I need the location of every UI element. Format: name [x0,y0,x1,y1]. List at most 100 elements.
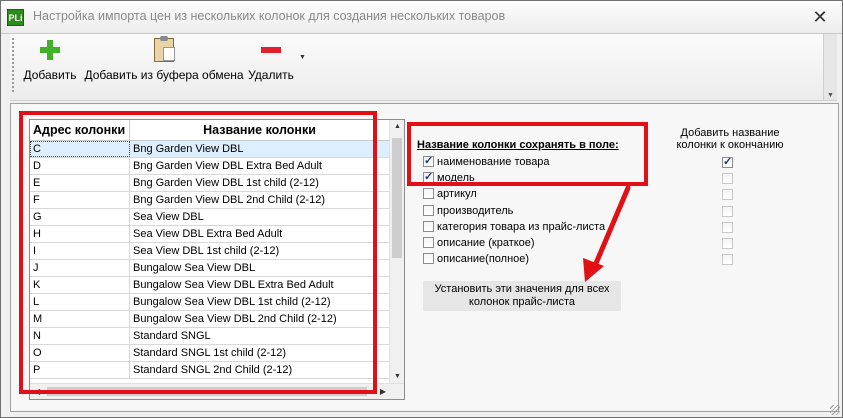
close-button[interactable]: ✕ [810,7,830,27]
table-row[interactable]: H Sea View DBL Extra Bed Adult [30,226,389,243]
cell-address[interactable]: K [30,277,130,293]
cell-address[interactable]: G [30,209,130,225]
cell-address[interactable]: M [30,311,130,327]
cell-name[interactable]: Bungalow Sea View DBL Extra Bed Adult [131,277,391,293]
add-button-label: Добавить [23,68,77,82]
delete-button[interactable]: Удалить [246,38,296,92]
cell-address[interactable]: H [30,226,130,242]
grid-body: C Bng Garden View DBL D Bng Garden View DBL… [30,141,389,379]
columns-grid[interactable]: Адрес колонки Название колонки C Bng Gard… [29,119,405,400]
scroll-thumb[interactable] [392,138,402,258]
scroll-left-icon[interactable]: ◀ [34,387,40,396]
cell-name[interactable]: Sea View DBL Extra Bed Adult [131,226,391,242]
field-checkbox-label: производитель [437,204,514,217]
field-checkbox-label: наименование товара [437,156,550,168]
header-name[interactable]: Название колонки [130,120,389,140]
cell-name[interactable]: Sea View DBL 1st child (2-12) [131,243,391,259]
field-checkbox[interactable] [423,220,434,232]
field-checkbox[interactable] [423,170,434,184]
cell-address[interactable]: F [30,192,130,208]
cell-address[interactable]: E [30,175,130,191]
field-checkbox[interactable] [423,237,434,248]
table-row[interactable]: F Bng Garden View DBL 2nd Child (2-12) [30,192,389,209]
cell-name[interactable]: Standard SNGL 1st child (2-12) [131,345,391,361]
table-row[interactable]: D Bng Garden View DBL Extra Bed Adult [30,158,389,175]
toolbar: Добавить Добавить из буфера обмена Удали… [10,34,837,101]
cell-address[interactable]: I [30,243,130,259]
field-checkbox-row[interactable]: модель [423,170,475,186]
cell-name[interactable]: Standard SNGL [131,328,391,344]
scroll-right-icon[interactable]: ▶ [380,387,386,396]
field-checkbox-row[interactable]: описание(полное) [423,252,529,267]
cell-name[interactable]: Bungalow Sea View DBL [131,260,391,276]
append-title: Добавить название колонки к окончанию [676,127,784,151]
table-row[interactable]: L Bungalow Sea View DBL 1st child (2-12) [30,294,389,311]
field-checkbox-row[interactable]: артикул [423,187,477,202]
cell-address[interactable]: C [30,141,130,157]
cell-address[interactable]: L [30,294,130,310]
table-row[interactable]: I Sea View DBL 1st child (2-12) [30,243,389,260]
append-checkbox[interactable] [722,254,733,266]
field-checkbox[interactable] [423,253,434,265]
delete-dropdown-arrow-icon[interactable]: ▼ [299,54,306,61]
hscroll-thumb[interactable] [47,387,367,396]
table-row[interactable]: K Bungalow Sea View DBL Extra Bed Adult [30,277,389,294]
cell-name[interactable]: Bng Garden View DBL 1st child (2-12) [131,175,391,191]
add-from-clipboard-button[interactable]: Добавить из буфера обмена [84,36,244,92]
table-row[interactable]: G Sea View DBL [30,209,389,226]
append-checkbox[interactable] [722,189,733,201]
cell-name[interactable]: Standard SNGL 2nd Child (2-12) [131,362,391,378]
cell-name[interactable]: Bng Garden View DBL 2nd Child (2-12) [131,192,391,208]
cell-address[interactable]: D [30,158,130,174]
field-checkbox[interactable] [423,204,434,216]
append-checkbox[interactable] [722,205,733,217]
table-row[interactable]: O Standard SNGL 1st child (2-12) [30,345,389,362]
fields-title: Название колонки сохранять в поле: [417,139,619,151]
scroll-down-icon[interactable]: ▼ [394,373,401,380]
append-checkbox[interactable] [722,221,733,233]
add-from-clipboard-label: Добавить из буфера обмена [84,68,244,82]
field-checkbox-row[interactable]: производитель [423,204,513,219]
field-checkbox[interactable] [423,188,434,200]
scroll-up-icon[interactable]: ▲ [394,123,401,130]
field-checkbox-row[interactable]: наименование товара [423,154,550,170]
toolbar-grip[interactable] [12,38,14,94]
header-address[interactable]: Адрес колонки [30,120,130,140]
cell-address[interactable]: N [30,328,130,344]
table-row[interactable]: M Bungalow Sea View DBL 2nd Child (2-12) [30,311,389,328]
window-title: Настройка импорта цен из нескольких коло… [33,9,506,23]
append-checkbox[interactable] [722,173,733,185]
table-row[interactable]: C Bng Garden View DBL [30,141,389,158]
field-checkbox-label: артикул [437,188,477,201]
table-row[interactable]: E Bng Garden View DBL 1st child (2-12) [30,175,389,192]
append-checkbox[interactable] [722,155,733,168]
cell-name[interactable]: Sea View DBL [131,209,391,225]
cell-name[interactable]: Bng Garden View DBL Extra Bed Adult [131,158,391,174]
add-button[interactable]: Добавить [18,38,82,92]
plus-icon [38,38,62,62]
grid-horizontal-scrollbar[interactable]: ◀ ▶ [30,383,404,399]
field-checkbox-row[interactable]: описание (краткое) [423,236,535,251]
field-checkbox-label: категория товара из прайс-листа [437,220,606,233]
cell-address[interactable]: O [30,345,130,361]
toolbar-overflow[interactable]: ▼ [823,34,837,100]
table-row[interactable]: N Standard SNGL [30,328,389,345]
app-icon: PLi [7,9,24,26]
cell-name[interactable]: Bungalow Sea View DBL 2nd Child (2-12) [131,311,391,327]
grid-vertical-scrollbar[interactable]: ▲ ▼ [389,120,404,383]
minus-icon [259,38,283,62]
cell-address[interactable]: J [30,260,130,276]
cell-name[interactable]: Bungalow Sea View DBL 1st child (2-12) [131,294,391,310]
cell-name[interactable]: Bng Garden View DBL [131,141,391,157]
table-row[interactable]: J Bungalow Sea View DBL [30,260,389,277]
field-checkbox-label: описание (краткое) [437,237,535,249]
field-checkbox[interactable] [423,154,434,168]
resize-grip[interactable] [830,405,840,415]
append-checkbox[interactable] [722,238,733,249]
cell-address[interactable]: P [30,362,130,378]
grid-header: Адрес колонки Название колонки [30,120,389,141]
table-row[interactable]: P Standard SNGL 2nd Child (2-12) [30,362,389,379]
dialog-window: PLi Настройка импорта цен из нескольких … [0,0,843,418]
apply-to-all-button[interactable]: Установить эти значения для всех колонок… [423,281,621,311]
field-checkbox-row[interactable]: категория товара из прайс-листа [423,220,605,235]
